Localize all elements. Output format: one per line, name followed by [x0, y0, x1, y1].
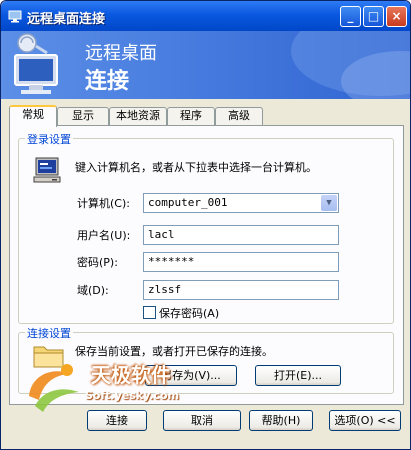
watermark-url: Soft.yesky.com [85, 389, 180, 402]
password-input[interactable]: ******* [143, 252, 339, 272]
save-password-label[interactable]: 保存密码(A) [159, 305, 219, 321]
password-label: 密码(P): [77, 256, 118, 269]
username-label: 用户名(U): [77, 229, 131, 242]
domain-input[interactable]: zlssf [143, 280, 339, 300]
tab-local-resources[interactable]: 本地资源 [109, 107, 167, 125]
window-title: 远程桌面连接 [27, 12, 106, 27]
tab-advanced[interactable]: 高级 [215, 107, 263, 125]
minimize-button[interactable]: _ [340, 6, 361, 27]
banner-title-line2: 连接 [85, 69, 130, 94]
banner-title-line1: 远程桌面 [85, 43, 157, 64]
tab-general[interactable]: 常规 [9, 105, 57, 127]
computer-value: computer_001 [148, 196, 228, 209]
tab-display[interactable]: 显示 [57, 107, 109, 125]
header-banner: 远程桌面 连接 [1, 31, 410, 99]
username-input[interactable]: lacl [143, 225, 339, 245]
remote-desktop-icon [8, 10, 22, 23]
computer-label: 计算机(C): [77, 197, 130, 210]
login-settings-legend: 登录设置 [25, 131, 73, 147]
close-icon: × [391, 9, 402, 23]
close-button[interactable]: × [386, 6, 407, 27]
help-button[interactable]: 帮助(H) [249, 410, 313, 431]
open-button[interactable]: 打开(E)... [255, 365, 341, 386]
banner-swoosh-decoration [291, 31, 410, 99]
dropdown-arrow-icon[interactable]: ▼ [321, 195, 337, 211]
connection-settings-legend: 连接设置 [25, 325, 73, 341]
maximize-icon: □ [367, 9, 380, 23]
domain-label: 域(D): [77, 284, 109, 297]
computer-icon [33, 157, 61, 183]
save-password-checkbox[interactable] [143, 306, 156, 319]
tab-programs[interactable]: 程序 [167, 107, 215, 125]
title-bar[interactable]: 远程桌面连接 _ □ × [1, 1, 410, 31]
computer-combobox[interactable]: computer_001 ▼ [143, 193, 339, 213]
remote-desktop-logo-icon [14, 33, 58, 94]
remote-desktop-window: 远程桌面连接 _ □ × 远程桌面 连接 常规 显示 本地资源 程序 高级 登录… [0, 0, 411, 450]
watermark-text: 天极软件 [91, 363, 171, 387]
minimize-icon: _ [347, 9, 354, 23]
login-settings-group: 登录设置 键入计算机名，或者从下拉表中选择一台计算机。 计算机(C): comp… [18, 131, 394, 324]
options-button[interactable]: 选项(O) << [329, 410, 401, 431]
login-instructions: 键入计算机名，或者从下拉表中选择一台计算机。 [75, 161, 317, 174]
maximize-button[interactable]: □ [363, 6, 384, 27]
